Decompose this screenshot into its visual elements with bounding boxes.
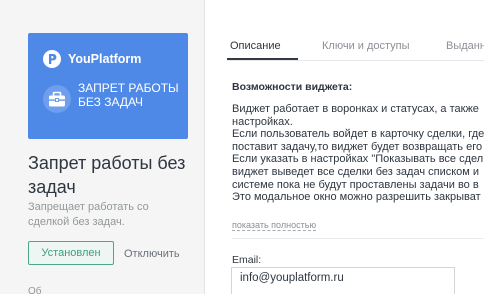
widget-description-line: сделкой без задач. — [28, 216, 125, 228]
brand-row: YouPlatform — [42, 49, 141, 69]
section-divider — [232, 238, 484, 239]
description-line: Виджет работает в воронках и статусах, а… — [232, 103, 479, 115]
banner-line: БЕЗ ЗАДАЧ — [78, 95, 144, 109]
widget-description: Запрещает работать со сделкой без задач. — [28, 200, 198, 230]
email-label: Email: — [232, 254, 262, 266]
widget-banner: YouPlatform ЗАПРЕТ РАБОТЫ БЕЗ ЗАДАЧ — [28, 33, 188, 139]
description-line: Это модальное окно можно разрешить закры… — [232, 191, 481, 204]
description-line: настройках. — [232, 115, 293, 128]
briefcase-icon — [43, 85, 71, 113]
widget-title-line: задач — [28, 177, 76, 197]
tab-keys-access[interactable]: Ключи и доступы — [322, 40, 410, 52]
email-field[interactable] — [231, 267, 455, 294]
show-more-link[interactable]: показать полностью — [232, 220, 317, 231]
description-line: поставит задачу,то виджет будет возвраща… — [232, 140, 483, 153]
description-line: Если указать в настройках "Показывать вс… — [232, 153, 484, 166]
widget-details-panel: Описание Ключи и доступы Выданн Возможно… — [206, 0, 484, 294]
description-line: системе пока не будут проставлены задачи… — [232, 178, 479, 191]
tab-bar: Описание Ключи и доступы Выданн — [230, 40, 484, 60]
youplatform-logo-icon — [43, 50, 61, 68]
cut-text: Об — [28, 286, 42, 294]
widget-title: Запрет работы без задач — [28, 151, 203, 199]
tab-divider — [227, 60, 484, 61]
tab-description[interactable]: Описание — [230, 40, 281, 52]
disable-button[interactable]: Отключить — [124, 248, 180, 260]
brand-name: YouPlatform — [68, 52, 142, 66]
installed-button[interactable]: Установлен — [28, 241, 114, 265]
widget-title-line: Запрет работы без — [28, 153, 186, 173]
description-line: виджет выведет все сделки без задач спис… — [232, 165, 480, 178]
tab-issued[interactable]: Выданн — [446, 40, 484, 52]
description-text: Виджет работает в воронках и статусах, а… — [232, 103, 484, 221]
widget-sidebar: YouPlatform ЗАПРЕТ РАБОТЫ БЕЗ ЗАДАЧ Запр… — [0, 0, 205, 294]
widget-description-line: Запрещает работать со — [28, 201, 149, 213]
description-line: Если пользователь войдет в карточку сдел… — [232, 128, 484, 141]
banner-text: ЗАПРЕТ РАБОТЫ БЕЗ ЗАДАЧ — [78, 81, 182, 109]
section-title: Возможности виджета: — [232, 81, 353, 93]
banner-line: ЗАПРЕТ РАБОТЫ — [78, 81, 179, 95]
